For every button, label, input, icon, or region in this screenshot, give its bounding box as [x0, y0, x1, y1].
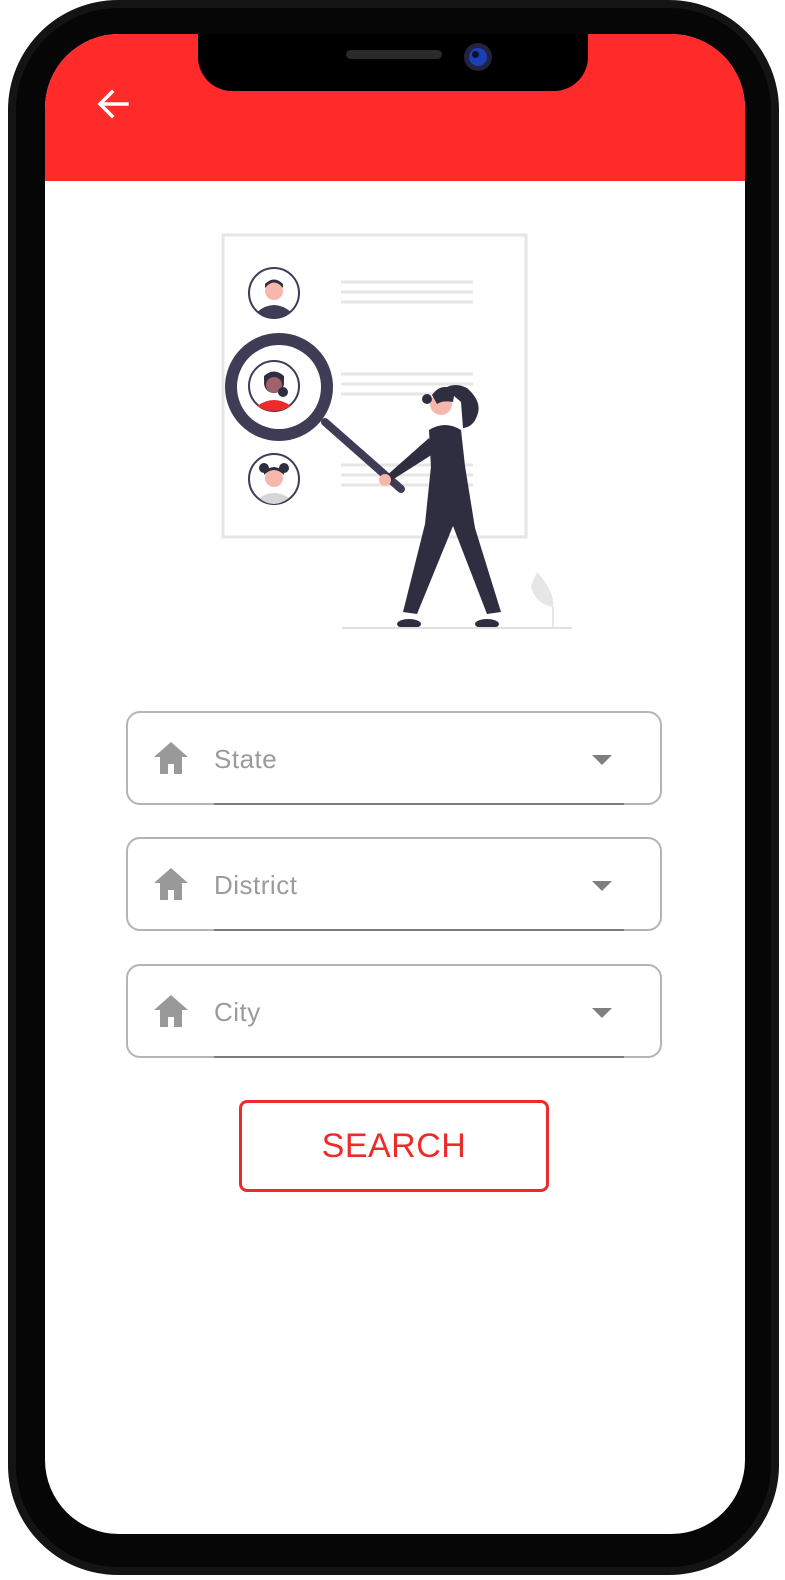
city-dropdown[interactable]: City	[126, 964, 662, 1058]
back-button[interactable]	[93, 84, 133, 124]
arrow-left-icon	[97, 89, 129, 119]
app-screen: State District City SEARCH	[45, 34, 745, 1534]
state-dropdown[interactable]: State	[126, 711, 662, 805]
search-button[interactable]: SEARCH	[239, 1100, 549, 1192]
plant-leaf	[531, 572, 554, 607]
field-underline	[214, 803, 624, 805]
field-underline	[214, 1056, 624, 1058]
front-camera	[464, 43, 492, 71]
home-icon	[154, 742, 188, 774]
state-label: State	[214, 744, 278, 774]
chevron-down-icon	[592, 755, 612, 765]
city-label: City	[214, 997, 261, 1027]
chevron-down-icon	[592, 881, 612, 891]
search-people-illustration	[221, 233, 572, 629]
avatar-man	[248, 267, 300, 319]
home-icon	[154, 868, 188, 900]
district-dropdown[interactable]: District	[126, 837, 662, 931]
avatar-girl	[248, 453, 300, 505]
district-label: District	[214, 870, 298, 900]
speaker-grille	[346, 50, 442, 59]
phone-notch	[198, 34, 588, 91]
chevron-down-icon	[592, 1008, 612, 1018]
field-underline	[214, 929, 624, 931]
home-icon	[154, 995, 188, 1027]
